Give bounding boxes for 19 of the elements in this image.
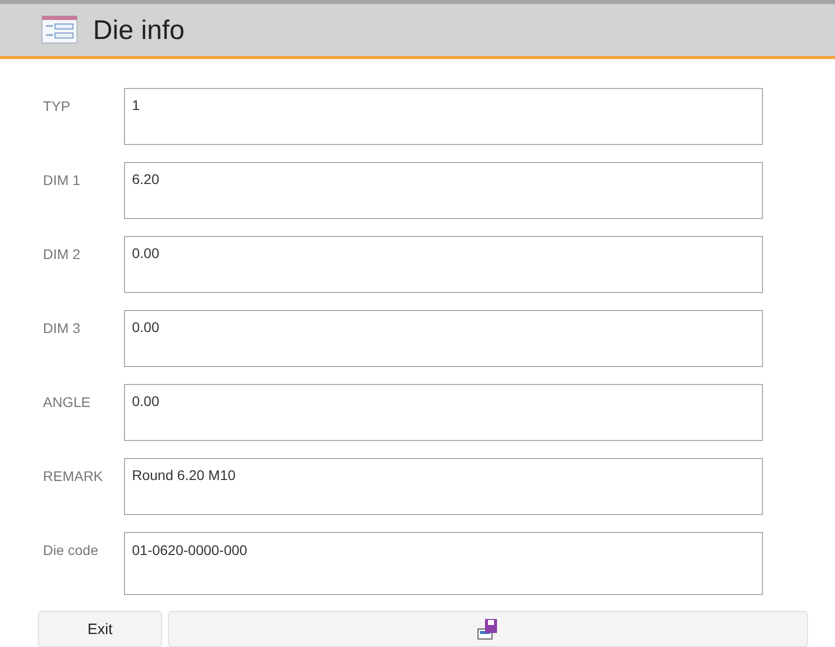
field-label: TYP [42,97,72,114]
save-button[interactable] [168,611,808,647]
input-field[interactable]: 0.00 [124,236,763,293]
field-label: ANGLE [42,393,92,410]
save-icon [477,618,499,640]
input-field[interactable]: Round 6.20 M10 [124,458,763,515]
input-field[interactable]: 6.20 [124,162,763,219]
field-label: DIM 2 [42,245,82,262]
field-label: REMARK [42,467,104,484]
form-icon [41,15,79,45]
field-label: DIM 1 [42,171,82,188]
field-label: DIM 3 [42,319,82,336]
exit-button[interactable]: Exit [38,611,162,647]
input-field[interactable]: 01-0620-0000-000 [124,532,763,595]
input-field[interactable]: 0.00 [124,310,763,367]
form-title: Die info [93,14,185,46]
field-label: Die code [42,541,100,558]
input-field[interactable]: 0.00 [124,384,763,441]
input-field[interactable]: 1 [124,88,763,145]
